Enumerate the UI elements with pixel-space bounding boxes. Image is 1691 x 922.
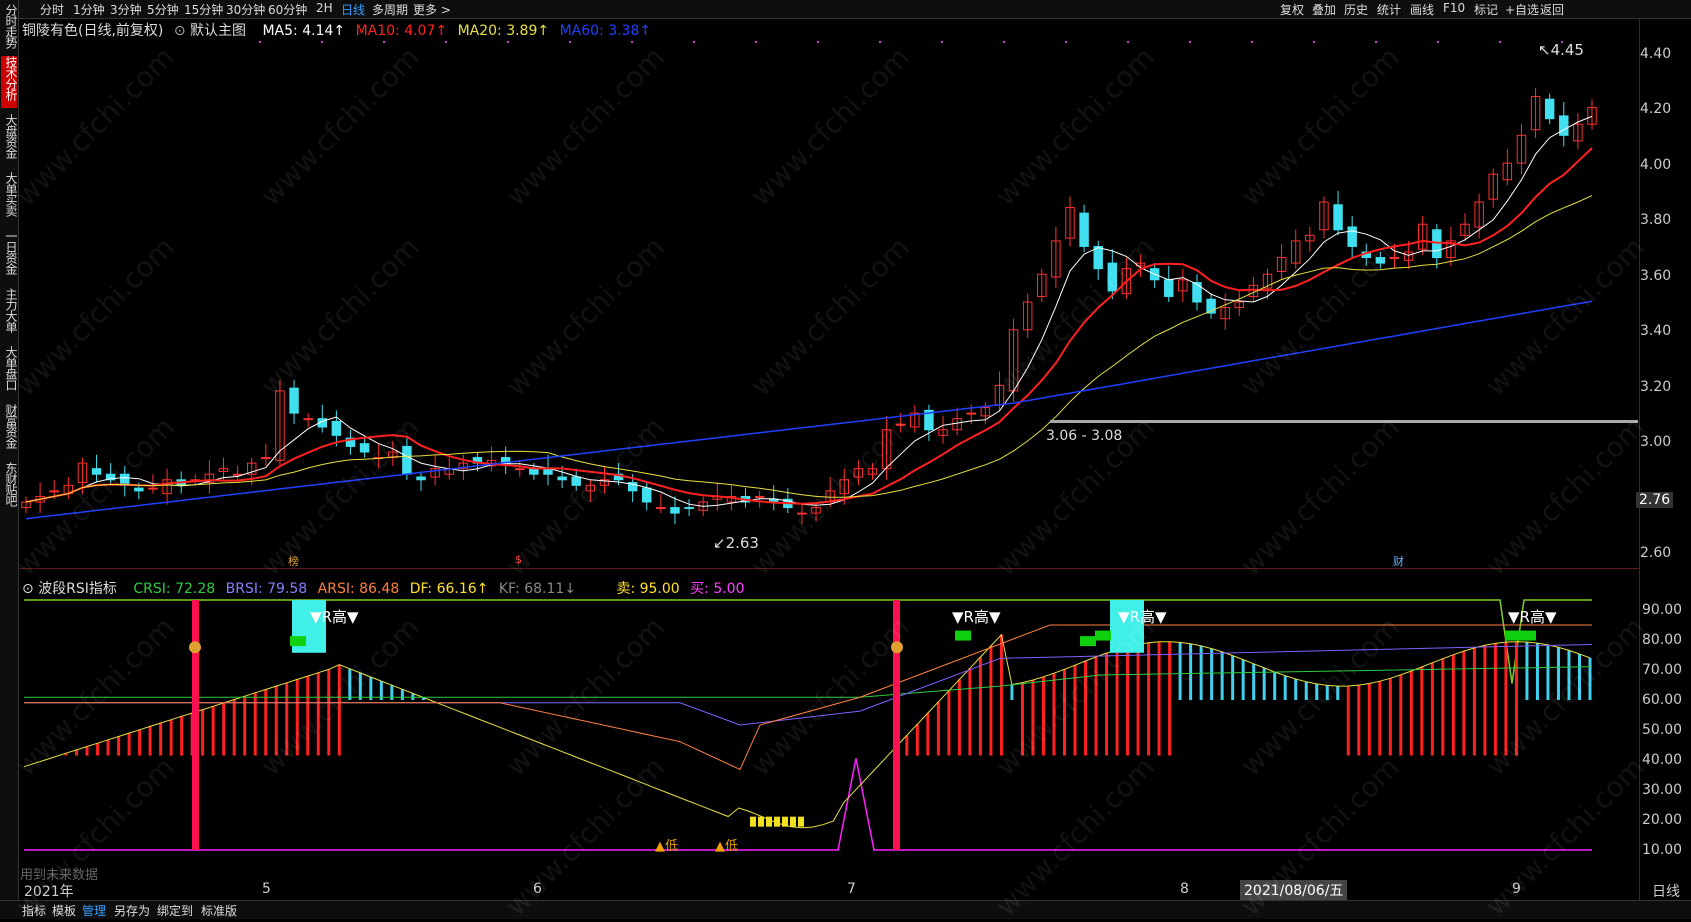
- month-label: 8: [1180, 881, 1189, 897]
- template-button[interactable]: 模板: [52, 902, 76, 919]
- marker-dot: [1002, 40, 1006, 44]
- candle-body: [670, 507, 680, 514]
- oversold-marker: [758, 816, 764, 827]
- marker-dot: [1312, 40, 1316, 44]
- overbought-marker: [1520, 630, 1536, 641]
- price-tick: 4.00: [1640, 157, 1672, 173]
- marker-dot: [382, 40, 386, 44]
- marker-dot: [754, 40, 758, 44]
- candle-body: [557, 476, 567, 481]
- candle-body: [1544, 98, 1555, 120]
- candle-body: [303, 418, 313, 421]
- marker-dot: [1436, 40, 1440, 44]
- month-label: 5: [262, 881, 271, 897]
- candle-body: [1079, 212, 1089, 247]
- price-tick: 3.40: [1640, 323, 1672, 339]
- ind-tick: 90.00: [1642, 602, 1683, 618]
- oversold-marker: [790, 816, 796, 827]
- marker-dot: [258, 40, 262, 44]
- oversold-marker: [798, 816, 804, 827]
- high-value: 4.45: [1550, 41, 1584, 59]
- marker-dot: [506, 40, 510, 44]
- signal-bar: [192, 600, 199, 850]
- marker-dot: [630, 40, 634, 44]
- r-high-label-1: ▼R高▼: [310, 608, 359, 626]
- marker-dot: [444, 40, 448, 44]
- marker-dot: [692, 40, 696, 44]
- candle-body: [529, 468, 539, 475]
- coin-icon: [189, 641, 201, 654]
- overbought-marker: [290, 636, 306, 647]
- oversold-marker: [774, 816, 780, 827]
- price-tick: 2.60: [1640, 545, 1672, 561]
- price-tick: 4.20: [1640, 101, 1672, 117]
- ind-tick: 70.00: [1642, 662, 1683, 678]
- candle-body: [289, 387, 299, 414]
- marker-dot: [1250, 40, 1254, 44]
- oversold-marker: [782, 816, 788, 827]
- save-as-button[interactable]: 另存为: [114, 902, 150, 919]
- overbought-marker: [1080, 636, 1096, 647]
- candle-body: [134, 487, 144, 492]
- candle-body: [642, 487, 652, 503]
- r-high-label-4: ▼R高▼: [1508, 608, 1557, 626]
- cai-marker[interactable]: 财: [1393, 553, 1404, 569]
- price-tick: 3.80: [1640, 212, 1672, 228]
- ind-tick: 60.00: [1642, 692, 1683, 708]
- candle-body: [966, 412, 976, 415]
- ind-tick: 30.00: [1642, 782, 1683, 798]
- price-tick: 3.20: [1640, 379, 1672, 395]
- candle-body: [543, 468, 553, 475]
- high-annotation: ↖4.45: [1538, 41, 1584, 59]
- marker-dot: [1374, 40, 1378, 44]
- marker-dot: [1064, 40, 1068, 44]
- marker-dot: [568, 40, 572, 44]
- marker-dot: [940, 40, 944, 44]
- candle-body: [1164, 279, 1174, 297]
- marker-dot: [1498, 40, 1502, 44]
- month-label: 7: [847, 881, 856, 897]
- marker-dot: [320, 40, 324, 44]
- candle-body: [416, 476, 426, 481]
- marker-dot: [1126, 40, 1130, 44]
- candle-body: [754, 495, 765, 498]
- buy-signal-label-2: ▲低: [715, 839, 738, 854]
- price-tick: 3.60: [1640, 268, 1672, 284]
- candle-body: [148, 487, 158, 490]
- manage-button[interactable]: 管理: [82, 902, 106, 919]
- candle-body: [1333, 204, 1343, 231]
- current-price-label: 2.76: [1636, 492, 1674, 508]
- ind-tick: 50.00: [1642, 722, 1683, 738]
- overbought-marker: [1505, 630, 1521, 641]
- candle-body: [1192, 282, 1202, 303]
- overbought-marker: [955, 630, 971, 641]
- oversold-marker: [750, 816, 756, 827]
- standard-button[interactable]: 标准版: [201, 902, 237, 919]
- candle-body: [1559, 115, 1569, 136]
- candle-body: [515, 468, 525, 471]
- ind-tick: 10.00: [1642, 842, 1683, 858]
- buy-signal-label-1: ▲低: [655, 839, 678, 854]
- price-tick: 4.40: [1640, 46, 1672, 62]
- marker-dot: [1188, 40, 1192, 44]
- r-high-label-2: ▼R高▼: [952, 608, 1001, 626]
- ind-tick: 40.00: [1642, 752, 1683, 768]
- bottom-toolbar: 指标 模板 管理 另存为 绑定到 标准版: [0, 900, 1691, 919]
- ind-tick: 20.00: [1642, 812, 1683, 828]
- oversold-marker: [766, 816, 772, 827]
- candle-body: [1347, 226, 1357, 247]
- candle-body: [656, 507, 666, 510]
- marker-dot: [878, 40, 882, 44]
- bind-button[interactable]: 绑定到: [157, 902, 193, 919]
- period-label[interactable]: 日线: [1652, 881, 1680, 901]
- marker-dot: [816, 40, 820, 44]
- candle-body: [684, 507, 694, 510]
- candle-body: [49, 490, 59, 493]
- candle-body: [261, 457, 271, 460]
- candle-body: [331, 420, 342, 436]
